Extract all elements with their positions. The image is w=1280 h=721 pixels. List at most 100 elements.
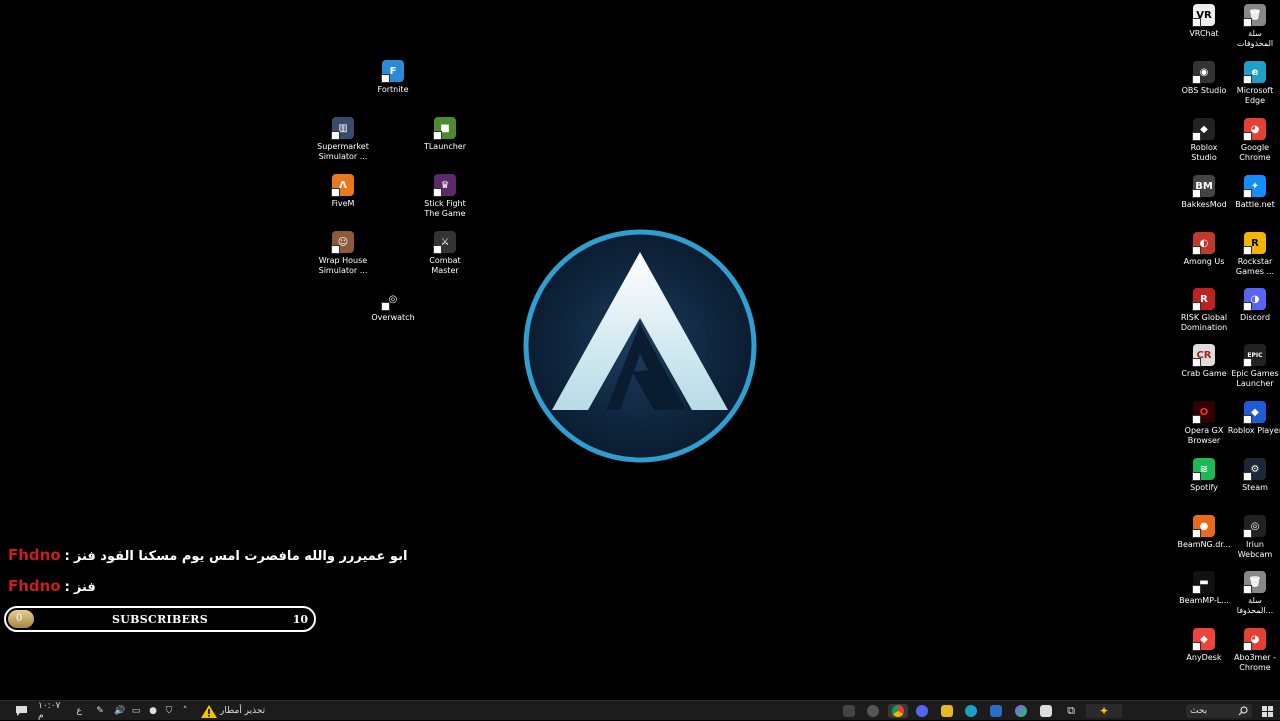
weather-warning-icon[interactable] [200, 704, 218, 718]
desktop-icon-label: Combat Master [429, 256, 461, 275]
steam-icon: ⚙ [1243, 458, 1266, 481]
notification-icon[interactable] [14, 704, 28, 718]
shortcut-arrow-icon [331, 131, 340, 140]
desktop-icon-fortnite[interactable]: F Fortnite [362, 60, 424, 95]
vrchat-icon: VR [1192, 4, 1215, 27]
desktop-icon-robloxplayer[interactable]: ◆ Roblox Player [1224, 401, 1280, 436]
recycle2-icon: 🗑 [1243, 571, 1266, 594]
desktop-icon-stickfight[interactable]: ♛ Stick Fight The Game [414, 174, 476, 219]
shortcut-arrow-icon [1243, 75, 1252, 84]
volume-icon[interactable]: 🔊 [113, 704, 125, 718]
desktop-icon-discord[interactable]: ◑ Discord [1224, 288, 1280, 323]
desktop-icon-recycle1[interactable]: 🗑 سلة المحذوفات [1224, 4, 1280, 49]
desktop-icon-recycle2[interactable]: 🗑 سلة المحذوفا... [1224, 571, 1280, 616]
desktop-icon-label: Epic Games Launcher [1231, 369, 1279, 388]
desktop-icon-steam[interactable]: ⚙ Steam [1224, 458, 1280, 493]
desktop-icon-rockstar[interactable]: R Rockstar Games ... [1224, 232, 1280, 277]
desktop-icon-fivem[interactable]: Λ FiveM [312, 174, 374, 209]
desktop-icon-label: Roblox Studio [1190, 143, 1218, 162]
desktop-icon-label: Supermarket Simulator ... [317, 142, 369, 161]
pinned-app-icon[interactable] [1014, 704, 1028, 718]
start-button[interactable] [1260, 704, 1274, 718]
shortcut-arrow-icon [1243, 302, 1252, 311]
shortcut-arrow-icon [1192, 246, 1201, 255]
pinned-chrome-icon[interactable] [888, 704, 908, 718]
search-box[interactable]: بحث [1186, 704, 1252, 718]
overwatch-icon: ◎ [381, 288, 404, 311]
desktop-icon-label: BakkesMod [1181, 200, 1227, 209]
chat-message: ابو عميررر والله مافصرت امس يوم مسكنا ال… [73, 549, 408, 564]
desktop-icon-label: OBS Studio [1181, 86, 1227, 95]
desktop-icon-epic[interactable]: EPIC Epic Games Launcher [1224, 344, 1280, 389]
desktop-icon-label: Fortnite [377, 85, 409, 94]
pinned-edge-icon[interactable] [964, 704, 978, 718]
desktop-icon-label: Battle.net [1235, 200, 1275, 209]
shortcut-arrow-icon [1192, 358, 1201, 367]
shortcut-arrow-icon [1243, 18, 1252, 27]
desktop-icon-label: Microsoft Edge [1236, 86, 1274, 105]
desktop-icon-edge[interactable]: e Microsoft Edge [1224, 61, 1280, 106]
shortcut-arrow-icon [381, 302, 390, 311]
desktop-icon-tlauncher[interactable]: ■ TLauncher [414, 117, 476, 152]
fortnite-icon: F [381, 60, 404, 83]
pen-icon[interactable]: ✎ [94, 704, 106, 718]
desktop-icon-label: RISK Global Domination [1180, 313, 1228, 332]
copilot-icon[interactable]: ✦ [1086, 704, 1122, 718]
desktop-icon-label: TLauncher [423, 142, 467, 151]
beammp-icon: ▬ [1192, 571, 1215, 594]
pinned-discord-icon[interactable] [915, 704, 929, 718]
desktop-icon-label: Spotify [1190, 483, 1218, 492]
desktop-icon-battlenet[interactable]: ✦ Battle.net [1224, 175, 1280, 210]
pinned-obs-icon[interactable] [866, 704, 880, 718]
shortcut-arrow-icon [1243, 415, 1252, 424]
desktop-icon-label: Opera GX Browser [1184, 426, 1224, 445]
shortcut-arrow-icon [433, 245, 442, 254]
supermarket-icon: ▥ [331, 117, 354, 140]
discord-icon: ◑ [1243, 288, 1266, 311]
desktop-icon-abo3mer[interactable]: ◕ Abo3mer - Chrome [1224, 628, 1280, 673]
desktop-icon-overwatch[interactable]: ◎ Overwatch [362, 288, 424, 323]
desktop-icon-label: Overwatch [371, 313, 415, 322]
pinned-app-icon[interactable] [843, 704, 855, 718]
desktop-icon-label: Roblox Player [1227, 426, 1280, 435]
robloxstudio-icon: ◆ [1192, 118, 1215, 141]
windows-icon [1261, 705, 1273, 717]
pinned-file-explorer-icon[interactable] [940, 704, 954, 718]
input-language-indicator[interactable]: ع [74, 704, 84, 718]
clock[interactable]: ١٠:٠٧ م [38, 701, 66, 721]
chat-line: Fhdno: فنز [8, 577, 96, 595]
pinned-store-icon[interactable] [1039, 704, 1053, 718]
desktop-icon-label: BeamMP-L... [1179, 596, 1229, 605]
taskbar: ١٠:٠٧ م ع ✎ 🔊 ▭ ● ⛉ ˄ تحذير أمطار ⧉ ✦ بح… [0, 700, 1280, 721]
desktop-icon-chrome[interactable]: ◕ Google Chrome [1224, 118, 1280, 163]
crabgame-icon: CR [1192, 344, 1215, 367]
desktop-icon-label: سلة المحذوفا... [1236, 596, 1274, 615]
shortcut-arrow-icon [1192, 18, 1201, 27]
chevron-up-icon[interactable]: ˄ [179, 704, 191, 718]
iriun-icon: ◎ [1243, 515, 1266, 538]
desktop-icon-label: AnyDesk [1186, 653, 1222, 662]
desktop-icon-label: BeamNG.dr... [1177, 540, 1231, 549]
shortcut-arrow-icon [433, 131, 442, 140]
desktop-icon-label: Google Chrome [1239, 143, 1271, 162]
microphone-icon[interactable]: ● [147, 704, 159, 718]
risk-icon: R [1192, 288, 1215, 311]
shortcut-arrow-icon [1243, 585, 1252, 594]
edge-icon: e [1243, 61, 1266, 84]
desktop-icon-combatmaster[interactable]: ⚔ Combat Master [414, 231, 476, 276]
desktop-icon-label: Steam [1242, 483, 1268, 492]
shortcut-arrow-icon [1192, 472, 1201, 481]
tlauncher-icon: ■ [433, 117, 456, 140]
desktop-icon-supermarket[interactable]: ▥ Supermarket Simulator ... [312, 117, 374, 162]
task-view-icon[interactable]: ⧉ [1064, 704, 1078, 718]
anydesk-icon: ◆ [1192, 628, 1215, 651]
desktop-icon-label: Crab Game [1181, 369, 1227, 378]
desktop-icon-wraphouse[interactable]: ☺ Wrap House Simulator ... [312, 231, 374, 276]
weather-warning-label[interactable]: تحذير أمطار [220, 704, 274, 718]
vpn-icon[interactable]: ⛉ [163, 704, 175, 718]
desktop-icon-iriun[interactable]: ◎ Iriun Webcam [1224, 515, 1280, 560]
epic-icon: EPIC [1243, 344, 1266, 367]
pinned-app-icon[interactable] [989, 704, 1003, 718]
rockstar-icon: R [1243, 232, 1266, 255]
network-icon[interactable]: ▭ [130, 704, 142, 718]
